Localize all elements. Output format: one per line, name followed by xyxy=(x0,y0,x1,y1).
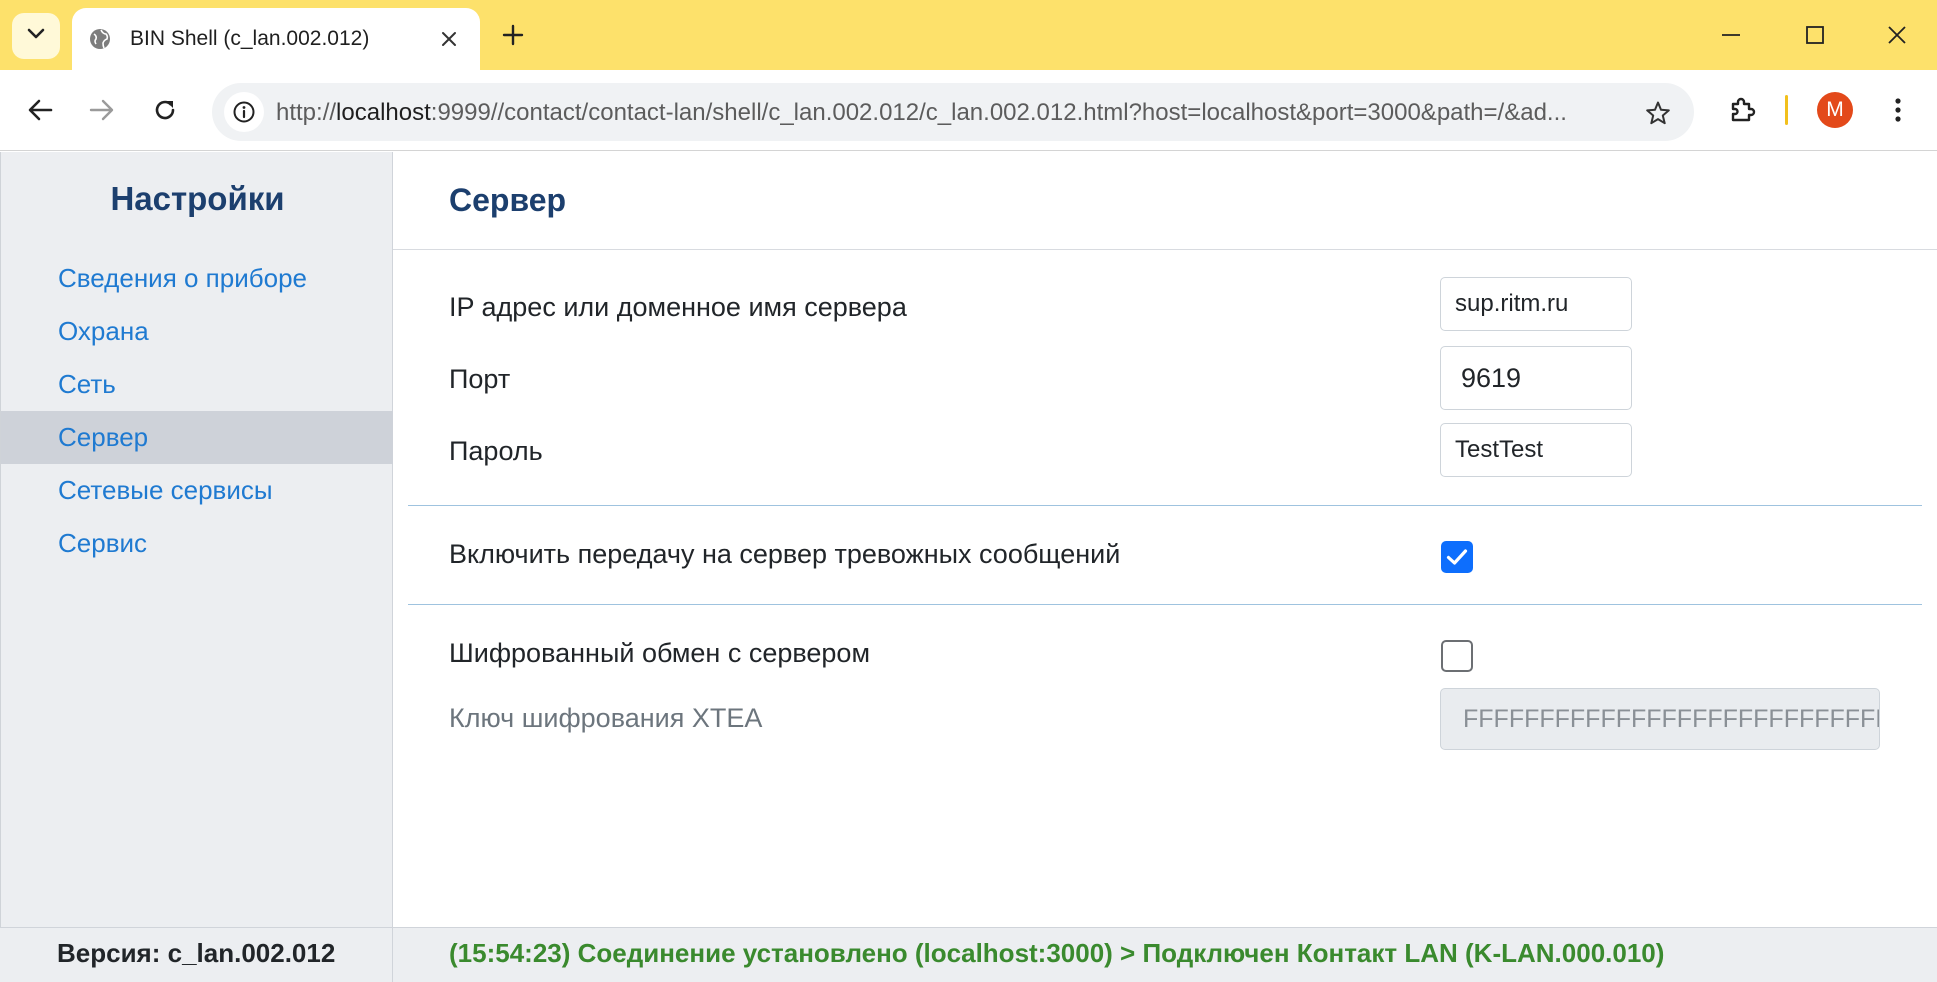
sidebar-item-network-services[interactable]: Сетевые сервисы xyxy=(1,464,393,517)
back-button[interactable] xyxy=(20,90,60,130)
password-input[interactable] xyxy=(1440,423,1632,477)
more-vertical-icon xyxy=(1895,98,1901,122)
maximize-button[interactable] xyxy=(1790,10,1840,60)
alarm-transfer-label: Включить передачу на сервер тревожных со… xyxy=(449,539,1121,569)
connection-status-text: (15:54:23) Соединение установлено (local… xyxy=(449,938,1665,968)
close-window-button[interactable] xyxy=(1872,10,1922,60)
tab-title: BIN Shell (c_lan.002.012) xyxy=(130,27,370,50)
chevron-down-icon xyxy=(27,27,45,45)
minimize-icon xyxy=(1722,34,1740,36)
tab-close-icon[interactable] xyxy=(432,22,466,56)
sidebar-item-device-info[interactable]: Сведения о приборе xyxy=(1,252,393,305)
arrow-left-icon xyxy=(28,99,53,121)
browser-tab[interactable]: BIN Shell (c_lan.002.012) xyxy=(72,8,480,70)
status-footer: Версия: c_lan.002.012 (15:54:23) Соедине… xyxy=(0,927,1937,982)
browser-menu-button[interactable] xyxy=(1878,90,1918,130)
browser-toolbar: http://localhost:9999//contact/contact-l… xyxy=(0,70,1937,151)
address-bar[interactable]: http://localhost:9999//contact/contact-l… xyxy=(212,83,1694,141)
title-divider xyxy=(393,249,1937,250)
tab-search-button[interactable] xyxy=(12,13,60,59)
section-divider xyxy=(408,505,1922,506)
settings-sidebar: Настройки Сведения о приборе Охрана Сеть… xyxy=(0,152,393,982)
server-address-input[interactable] xyxy=(1440,277,1632,331)
url-rest: :9999//contact/contact-lan/shell/c_lan.0… xyxy=(430,99,1567,126)
puzzle-icon xyxy=(1731,97,1756,122)
sidebar-item-service[interactable]: Сервис xyxy=(1,517,393,570)
encrypted-exchange-checkbox[interactable] xyxy=(1441,640,1473,672)
url-prefix: http:// xyxy=(276,99,337,126)
xtea-key-label: Ключ шифрования XTEA xyxy=(449,703,763,733)
new-tab-button[interactable] xyxy=(495,14,531,56)
reload-icon xyxy=(155,100,175,120)
toolbar-divider xyxy=(1785,95,1788,125)
page-title: Сервер xyxy=(449,182,567,218)
maximize-icon xyxy=(1806,26,1824,44)
port-input[interactable] xyxy=(1440,346,1632,410)
version-text: Версия: c_lan.002.012 xyxy=(57,938,336,968)
profile-avatar[interactable]: M xyxy=(1817,92,1853,128)
port-label: Порт xyxy=(449,364,511,394)
star-icon xyxy=(1646,101,1670,125)
arrow-right-icon xyxy=(89,99,114,121)
page-content: Настройки Сведения о приборе Охрана Сеть… xyxy=(0,152,1937,982)
url-host: localhost xyxy=(336,99,431,126)
forward-button[interactable] xyxy=(82,90,122,130)
minimize-button[interactable] xyxy=(1706,10,1756,60)
alarm-transfer-checkbox[interactable] xyxy=(1441,541,1473,573)
footer-divider xyxy=(392,928,393,982)
close-icon xyxy=(1888,26,1906,44)
globe-icon xyxy=(88,27,112,51)
password-label: Пароль xyxy=(449,436,543,466)
xtea-key-input xyxy=(1440,688,1880,750)
sidebar-item-security[interactable]: Охрана xyxy=(1,305,393,358)
plus-icon xyxy=(502,24,524,46)
bookmark-button[interactable] xyxy=(1638,93,1678,133)
reload-button[interactable] xyxy=(145,90,185,130)
checkmark-icon xyxy=(1446,549,1468,565)
url-text[interactable]: http://localhost:9999//contact/contact-l… xyxy=(276,99,1614,127)
sidebar-item-server[interactable]: Сервер xyxy=(1,411,393,464)
server-settings-panel: Сервер IP адрес или доменное имя сервера… xyxy=(393,152,1937,927)
browser-titlebar: BIN Shell (c_lan.002.012) xyxy=(0,0,1937,70)
server-address-label: IP адрес или доменное имя сервера xyxy=(449,292,907,322)
sidebar-item-network[interactable]: Сеть xyxy=(1,358,393,411)
extensions-button[interactable] xyxy=(1722,90,1762,130)
section-divider xyxy=(408,604,1922,605)
info-icon xyxy=(233,101,255,123)
site-info-button[interactable] xyxy=(224,92,264,132)
sidebar-title: Настройки xyxy=(110,180,285,217)
encrypted-exchange-label: Шифрованный обмен с сервером xyxy=(449,638,871,668)
